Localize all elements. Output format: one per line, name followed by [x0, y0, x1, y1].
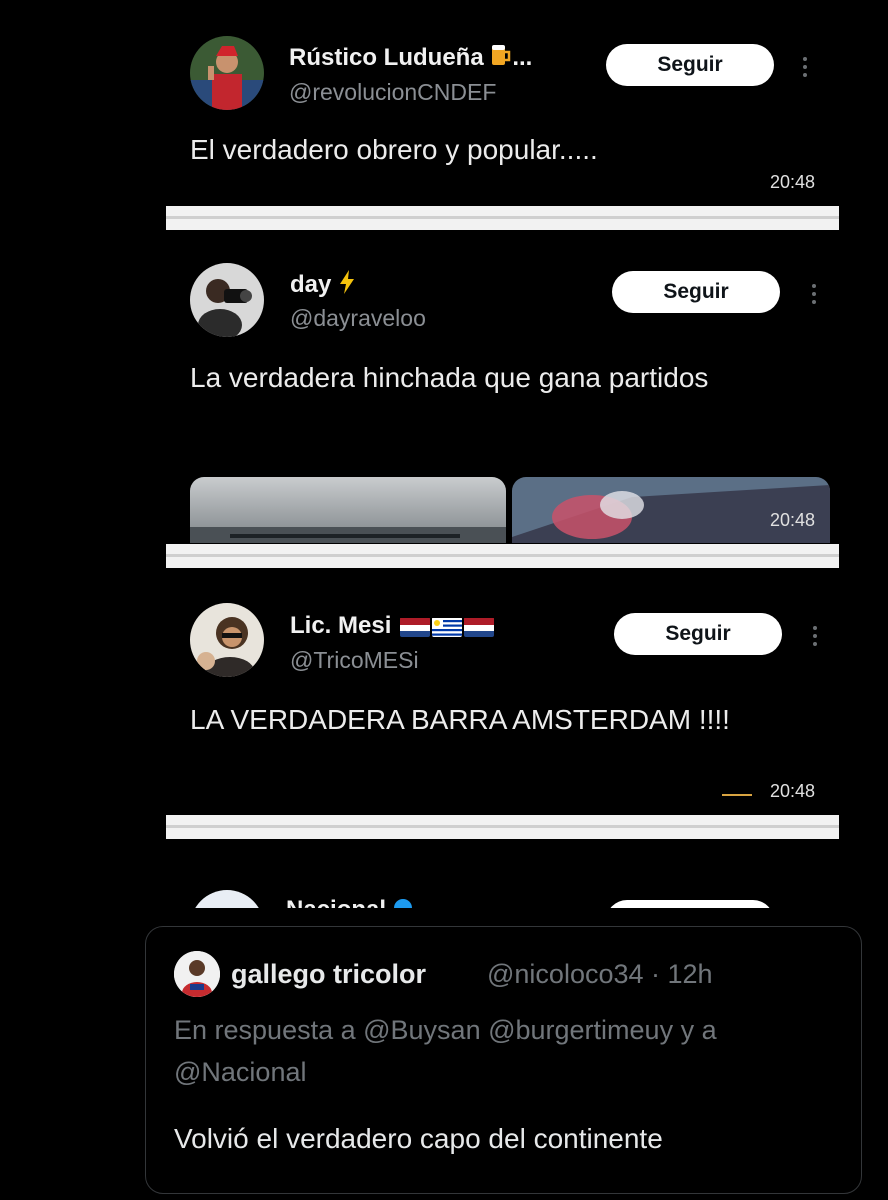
follow-button[interactable]: Seguir — [606, 44, 774, 86]
avatar[interactable] — [190, 603, 264, 677]
divider — [166, 815, 839, 839]
netherlands-flag-icon — [400, 617, 431, 637]
display-name[interactable]: Lic. Mesi — [290, 612, 495, 640]
reply-context: En respuesta a @Buysan @burgertimeuy y a… — [174, 1015, 717, 1087]
handle[interactable]: @dayraveloo — [290, 305, 426, 332]
tweet-text: El verdadero obrero y popular..... — [190, 134, 598, 165]
avatar[interactable] — [174, 951, 220, 997]
more-options-icon[interactable] — [803, 53, 809, 81]
tweet-text: LA VERDADERA BARRA AMSTERDAM !!!! — [190, 704, 730, 735]
handle[interactable]: @revolucionCNDEF — [289, 79, 496, 106]
display-name[interactable]: Nacional — [286, 896, 413, 908]
handle[interactable]: @TricoMESi — [290, 647, 419, 674]
video-timestamp: 20:48 — [770, 510, 816, 530]
display-name[interactable]: Rústico Ludueña ... — [289, 43, 532, 74]
netherlands-flag-icon — [464, 617, 495, 637]
divider — [166, 206, 839, 230]
avatar[interactable] — [190, 263, 264, 337]
media-image[interactable] — [190, 477, 506, 543]
avatar[interactable] — [190, 890, 264, 908]
display-name[interactable]: gallego tricolor — [231, 959, 426, 990]
divider — [166, 544, 839, 568]
verified-badge-icon — [393, 897, 413, 908]
follow-button[interactable] — [606, 900, 774, 908]
quoted-tweet[interactable]: gallego tricolor @nicoloco34 · 12h En re… — [145, 926, 862, 1194]
video-progress-glint — [722, 794, 752, 796]
more-options-icon[interactable] — [813, 622, 819, 650]
handle-and-time[interactable]: @nicoloco34 · 12h — [487, 959, 713, 990]
follow-button[interactable]: Seguir — [614, 613, 782, 655]
avatar[interactable] — [190, 36, 264, 110]
lightning-icon — [338, 270, 356, 301]
beer-mug-icon — [490, 43, 512, 74]
video-timestamp: 20:48 — [770, 781, 816, 801]
display-name[interactable]: day — [290, 270, 356, 301]
quoted-tweet-text: Volvió el verdadero capo del continente — [174, 1123, 663, 1154]
follow-button[interactable]: Seguir — [612, 271, 780, 313]
tweet-card-1 — [166, 10, 839, 206]
tweet-card-4: Nacional — [166, 870, 839, 908]
media-gallery[interactable] — [190, 477, 830, 543]
video-timestamp: 20:48 — [770, 172, 816, 192]
uruguay-flag-icon — [432, 617, 463, 637]
more-options-icon[interactable] — [812, 280, 818, 308]
tweet-text: La verdadera hinchada que gana partidos — [190, 362, 709, 393]
